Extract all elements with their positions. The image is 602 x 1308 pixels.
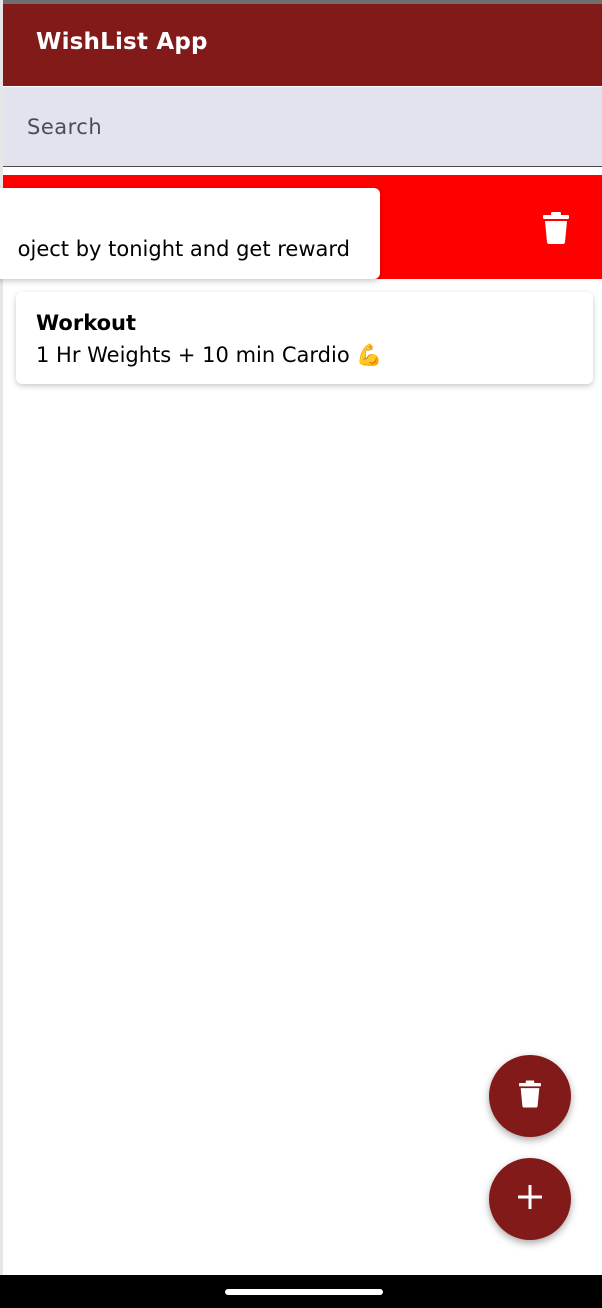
app-bar: WishList App <box>3 4 602 86</box>
trash-icon <box>543 212 569 244</box>
delete-fab-button[interactable] <box>489 1055 571 1137</box>
wish-description: 1 Hr Weights + 10 min Cardio 💪 <box>36 343 383 367</box>
wish-card[interactable]: Workout 1 Hr Weights + 10 min Cardio 💪 <box>16 292 593 384</box>
home-indicator[interactable] <box>225 1289 383 1295</box>
wish-description: oject by tonight and get reward <box>17 237 350 261</box>
add-wish-fab-button[interactable] <box>489 1158 571 1240</box>
system-nav-bar <box>0 1275 602 1308</box>
search-placeholder: Search <box>27 115 103 139</box>
trash-icon <box>519 1080 541 1112</box>
wish-card[interactable]: oject by tonight and get reward <box>0 188 380 279</box>
wish-title: Workout <box>36 311 137 335</box>
app-title: WishList App <box>36 29 208 55</box>
plus-icon <box>518 1185 542 1213</box>
search-input[interactable]: Search <box>3 87 602 167</box>
wishlist-screen: WishList App Search oject by tonight and… <box>0 0 602 1308</box>
